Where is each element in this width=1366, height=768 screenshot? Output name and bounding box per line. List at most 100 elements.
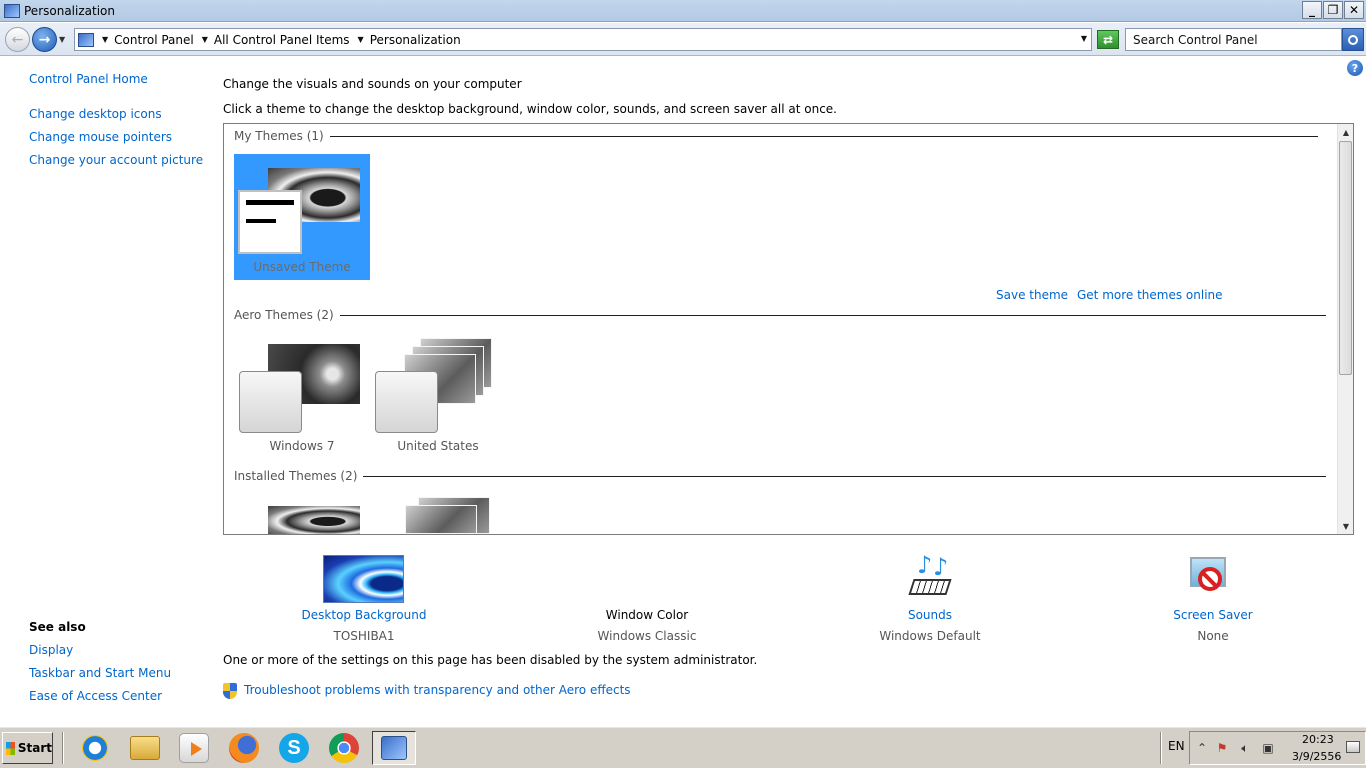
disabled-settings-note: One or more of the settings on this page… — [223, 653, 758, 667]
sounds-link[interactable]: Sounds — [850, 608, 1010, 622]
window-color-label: Window Color — [605, 608, 689, 622]
taskbar-internet-explorer[interactable] — [73, 731, 117, 765]
display-link[interactable]: Display — [29, 643, 73, 657]
ease-of-access-link[interactable]: Ease of Access Center — [29, 689, 162, 703]
group-divider — [326, 315, 1326, 316]
preview-bar — [246, 219, 276, 223]
search-button[interactable] — [1342, 28, 1364, 51]
arrow-right-icon: → — [38, 31, 51, 48]
title-bar: Personalization _ ❐ ✕ — [0, 0, 1366, 22]
breadcrumb-control-panel[interactable]: Control Panel — [114, 33, 194, 47]
scroll-down-icon[interactable]: ▼ — [1338, 518, 1354, 534]
taskbar-file-explorer[interactable] — [123, 731, 167, 765]
firefox-icon — [229, 733, 259, 763]
window-title: Personalization — [24, 3, 115, 18]
taskbar-chrome[interactable] — [322, 731, 366, 765]
refresh-icon: ⇄ — [1102, 32, 1114, 47]
shield-icon — [223, 683, 237, 699]
notification-icon[interactable] — [1346, 741, 1360, 753]
control-panel-home-link[interactable]: Control Panel Home — [29, 72, 148, 86]
control-panel-icon — [381, 736, 407, 760]
taskbar-firefox[interactable] — [222, 731, 266, 765]
desktop-background-value: TOSHIBA1 — [333, 629, 395, 643]
get-more-themes-link[interactable]: Get more themes online — [1077, 288, 1223, 302]
page-title: Change the visuals and sounds on your co… — [223, 77, 522, 91]
folder-icon — [130, 736, 160, 760]
close-button[interactable]: ✕ — [1344, 1, 1364, 19]
back-button[interactable]: ← — [5, 27, 30, 52]
control-panel-icon — [4, 3, 20, 18]
sounds-setting[interactable]: Sounds Windows Default — [850, 608, 1010, 643]
taskbar-media-player[interactable] — [172, 731, 216, 765]
internet-explorer-icon — [80, 733, 110, 763]
save-theme-link[interactable]: Save theme — [996, 288, 1068, 302]
screen-saver-value: None — [1197, 629, 1229, 643]
help-button[interactable]: ? — [1347, 60, 1363, 76]
clock-date[interactable]: 3/9/2556 — [1292, 750, 1341, 763]
theme-list — [223, 123, 1354, 535]
window-preview — [238, 190, 302, 254]
music-note-icon: ♪ — [917, 551, 933, 579]
window-controls: _ ❐ ✕ — [1302, 1, 1364, 19]
music-note-icon: ♪ — [933, 553, 949, 581]
installed-theme-thumbnail[interactable] — [405, 505, 477, 534]
see-also-heading: See also — [29, 620, 86, 634]
arrow-left-icon: ← — [11, 31, 24, 48]
taskbar-divider — [1160, 732, 1162, 764]
scroll-up-icon[interactable]: ▲ — [1338, 124, 1354, 140]
theme-unsaved[interactable]: Unsaved Theme — [234, 154, 370, 280]
network-icon[interactable]: ▣ — [1261, 741, 1275, 755]
clock-time[interactable]: 20:23 — [1302, 733, 1334, 746]
theme-label: Windows 7 — [269, 439, 335, 453]
windows-logo-icon — [6, 741, 15, 755]
theme-windows7[interactable]: Windows 7 — [234, 333, 370, 459]
breadcrumb-personalization[interactable]: Personalization — [370, 33, 461, 47]
screen-saver-setting[interactable]: Screen Saver None — [1133, 608, 1293, 643]
window-color-setting: Window Color Windows Classic — [567, 608, 727, 643]
chevron-down-icon[interactable]: ▼ — [202, 35, 208, 44]
preview-bar — [246, 200, 294, 205]
taskbar-start-menu-link[interactable]: Taskbar and Start Menu — [29, 666, 171, 680]
troubleshoot-aero-link[interactable]: Troubleshoot problems with transparency … — [244, 683, 631, 697]
sounds-icon[interactable]: ♪ ♪ — [905, 551, 953, 603]
show-hidden-icons-icon[interactable]: ⌃ — [1195, 741, 1209, 755]
volume-icon[interactable]: 🔈︎ — [1238, 741, 1252, 755]
theme-label: Unsaved Theme — [253, 260, 351, 274]
chevron-down-icon[interactable]: ▼ — [102, 35, 108, 44]
installed-theme-thumbnail[interactable] — [268, 506, 360, 534]
minimize-button[interactable]: _ — [1302, 1, 1322, 19]
breadcrumb-all-items[interactable]: All Control Panel Items — [214, 33, 350, 47]
desktop-background-icon[interactable] — [323, 555, 404, 603]
aero-themes-heading: Aero Themes (2) — [234, 308, 340, 322]
theme-list-scrollbar[interactable]: ▲ ▼ — [1337, 124, 1353, 534]
taskbar: Start S EN ⌃ ⚑ 🔈︎ ▣ 20:23 3/9/2556 — [0, 726, 1366, 768]
address-bar[interactable]: ▼ Control Panel ▼ All Control Panel Item… — [74, 28, 1092, 51]
forward-button[interactable]: → — [32, 27, 57, 52]
chevron-down-icon[interactable]: ▼ — [358, 35, 364, 44]
start-button[interactable]: Start — [2, 732, 53, 764]
breadcrumb: ▼ Control Panel ▼ All Control Panel Item… — [94, 33, 461, 47]
window-color-value: Windows Classic — [597, 629, 697, 643]
desktop-background-link[interactable]: Desktop Background — [284, 608, 444, 622]
skype-icon: S — [279, 733, 309, 763]
screen-saver-link[interactable]: Screen Saver — [1133, 608, 1293, 622]
installed-themes-heading: Installed Themes (2) — [234, 469, 364, 483]
desktop-background-setting[interactable]: Desktop Background TOSHIBA1 — [284, 608, 444, 643]
language-indicator[interactable]: EN — [1168, 739, 1185, 753]
recent-pages-dropdown[interactable]: ▼ — [59, 35, 65, 44]
theme-united-states[interactable]: United States — [370, 333, 506, 459]
maximize-button[interactable]: ❐ — [1323, 1, 1343, 19]
taskbar-control-panel[interactable] — [372, 731, 416, 765]
taskbar-skype[interactable]: S — [272, 731, 316, 765]
action-center-flag-icon[interactable]: ⚑ — [1215, 741, 1229, 755]
change-mouse-pointers-link[interactable]: Change mouse pointers — [29, 130, 172, 144]
address-history-dropdown[interactable]: ▼ — [1081, 34, 1087, 43]
refresh-button[interactable]: ⇄ — [1097, 30, 1119, 49]
screen-saver-icon[interactable] — [1188, 555, 1236, 603]
change-desktop-icons-link[interactable]: Change desktop icons — [29, 107, 162, 121]
search-input[interactable]: Search Control Panel — [1125, 28, 1342, 51]
scroll-thumb[interactable] — [1339, 141, 1352, 375]
change-account-picture-link[interactable]: Change your account picture — [29, 153, 203, 167]
keyboard-icon — [908, 579, 952, 595]
prohibited-icon — [1198, 567, 1222, 591]
